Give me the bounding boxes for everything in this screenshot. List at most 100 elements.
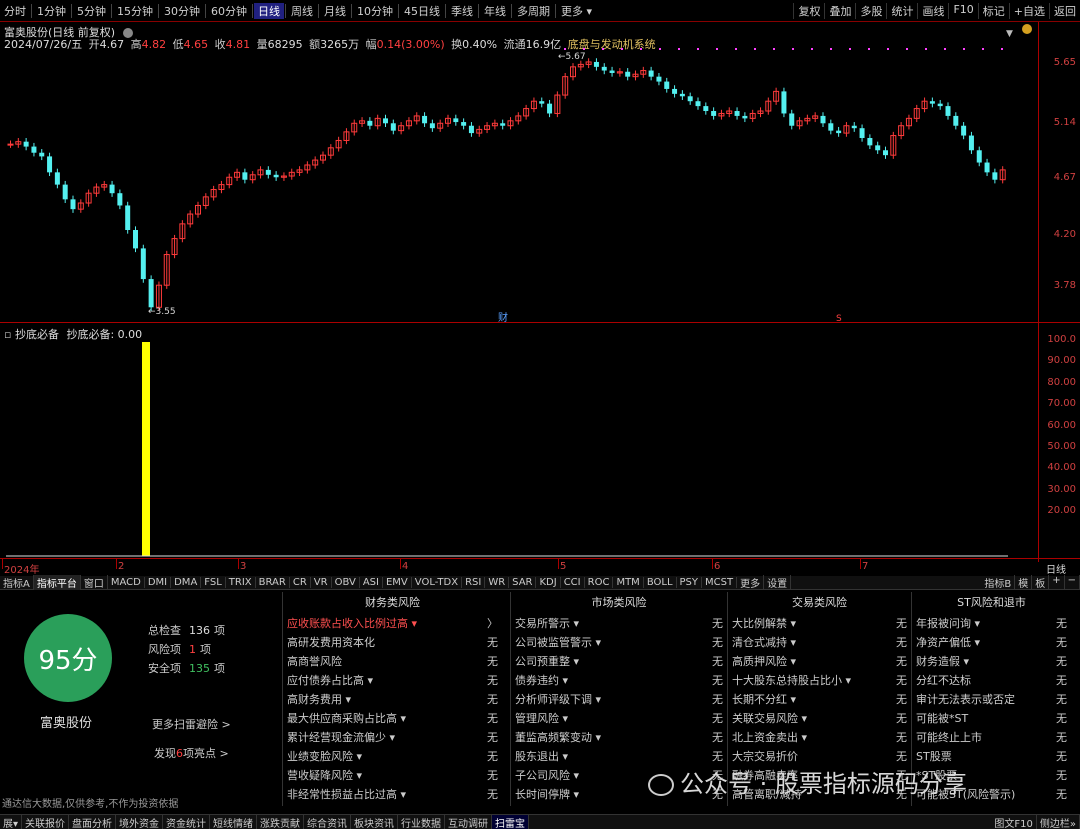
bottom-tab-2[interactable]: 盘面分析 (69, 814, 117, 829)
bottom-tab-3[interactable]: 境外资金 (116, 814, 164, 829)
risk-item[interactable]: 业绩变脸风险 ▾ 无 (283, 747, 502, 766)
bottom-tab-4[interactable]: 资金统计 (163, 814, 211, 829)
highlights-link[interactable]: 发现6项亮点 > (154, 745, 229, 761)
indicator-tab-right-3[interactable]: + (1049, 575, 1065, 590)
indicator-tab-20[interactable]: ROC (585, 577, 614, 588)
period-tab-12[interactable]: 年线 (480, 3, 510, 19)
indicator-tab-right-2[interactable]: 板 (1032, 575, 1050, 590)
risk-item[interactable]: 累计经营现金流偏少 ▾ 无 (283, 728, 502, 747)
risk-item[interactable]: 应收账款占收入比例过高 ▾ 〉 (283, 614, 502, 633)
bottom-tab-11[interactable]: 扫雷宝 (492, 814, 530, 829)
risk-item[interactable]: 大比例解禁 ▾ 无 (728, 614, 911, 633)
risk-item[interactable]: 高研发费用资本化无 (283, 633, 502, 652)
indicator-tab-17[interactable]: SAR (509, 577, 537, 588)
indicator-chart[interactable] (4, 340, 1038, 558)
risk-item[interactable]: 可能终止上市无 (912, 728, 1071, 747)
risk-item[interactable]: 分析师评级下调 ▾ 无 (511, 690, 727, 709)
indicator-tab-14[interactable]: VOL-TDX (412, 577, 463, 588)
toolbar-button-0[interactable]: 复权 (793, 2, 824, 19)
toolbar-button-2[interactable]: 多股 (855, 2, 886, 19)
risk-item[interactable]: 债券违约 ▾ 无 (511, 671, 727, 690)
bottom-tab-6[interactable]: 涨跌贡献 (257, 814, 305, 829)
period-tab-10[interactable]: 45日线 (400, 3, 444, 19)
risk-item[interactable]: 管理风险 ▾ 无 (511, 709, 727, 728)
period-tab-8[interactable]: 月线 (320, 3, 350, 19)
toolbar-button-3[interactable]: 统计 (886, 2, 917, 19)
toolbar-button-4[interactable]: 画线 (917, 2, 948, 19)
indicator-tab-16[interactable]: WR (485, 577, 510, 588)
risk-item[interactable]: 高商誉风险无 (283, 652, 502, 671)
indicator-tab-right-1[interactable]: 模 (1015, 575, 1033, 590)
indicator-tab-9[interactable]: CR (290, 577, 311, 588)
period-tab-6[interactable]: 日线 (254, 2, 284, 19)
risk-item[interactable]: 非经常性损益占比过高 ▾ 无 (283, 785, 502, 804)
indicator-tab-13[interactable]: EMV (383, 577, 412, 588)
indicator-tab-21[interactable]: MTM (613, 577, 644, 588)
bottom-tab-9[interactable]: 行业数据 (398, 814, 446, 829)
indicator-tab-12[interactable]: ASI (360, 577, 383, 588)
period-tab-3[interactable]: 15分钟 (113, 3, 157, 19)
bottom-right-0[interactable]: 图文F10 (991, 814, 1037, 829)
period-tab-4[interactable]: 30分钟 (160, 3, 204, 19)
risk-item[interactable]: 年报被问询 ▾ 无 (912, 614, 1071, 633)
risk-item[interactable]: 审计无法表示或否定无 (912, 690, 1071, 709)
indicator-tab-15[interactable]: RSI (462, 577, 486, 588)
risk-item[interactable]: 可能被*ST 无 (912, 709, 1071, 728)
period-tab-11[interactable]: 季线 (447, 3, 477, 19)
risk-item[interactable]: 净资产偏低 ▾ 无 (912, 633, 1071, 652)
period-tab-1[interactable]: 1分钟 (33, 3, 70, 19)
period-tab-14[interactable]: 更多 ▾ (557, 3, 596, 19)
finance-marker[interactable]: 财 (498, 311, 508, 322)
period-label[interactable]: 日线 (1046, 561, 1066, 576)
bottom-tab-1[interactable]: 关联报价 (22, 814, 70, 829)
toolbar-button-7[interactable]: +自选 (1008, 2, 1049, 19)
toolbar-button-8[interactable]: 返回 (1049, 2, 1080, 19)
indicator-tab-11[interactable]: OBV (332, 577, 360, 588)
candlestick-chart[interactable]: ←5.67 ←3.55 财 S (4, 46, 1038, 322)
risk-item[interactable]: 长期不分红 ▾ 无 (728, 690, 911, 709)
period-tab-5[interactable]: 60分钟 (207, 3, 251, 19)
risk-item[interactable]: 分红不达标无 (912, 671, 1071, 690)
risk-item[interactable]: 高质押风险 ▾ 无 (728, 652, 911, 671)
bottom-tab-0[interactable]: 展▾ (0, 814, 23, 829)
risk-item[interactable]: 公司预重整 ▾ 无 (511, 652, 727, 671)
indicator-tab-0[interactable]: 指标A (0, 575, 34, 590)
risk-item[interactable]: 清仓式减持 ▾ 无 (728, 633, 911, 652)
indicator-tab-18[interactable]: KDJ (536, 577, 561, 588)
risk-item[interactable]: 董监高频繁变动 ▾ 无 (511, 728, 727, 747)
indicator-tab-26[interactable]: 设置 (764, 575, 792, 590)
indicator-tab-right-0[interactable]: 指标B (981, 575, 1016, 590)
period-tab-7[interactable]: 周线 (287, 3, 317, 19)
period-tab-9[interactable]: 10分钟 (353, 3, 397, 19)
risk-item[interactable]: 高财务费用 ▾ 无 (283, 690, 502, 709)
bottom-tab-7[interactable]: 综合资讯 (304, 814, 352, 829)
risk-item[interactable]: 十大股东总持股占比小 ▾ 无 (728, 671, 911, 690)
indicator-tab-19[interactable]: CCI (561, 577, 585, 588)
indicator-tab-22[interactable]: BOLL (644, 577, 677, 588)
indicator-tab-4[interactable]: DMI (145, 577, 172, 588)
indicator-tab-10[interactable]: VR (311, 577, 332, 588)
risk-item[interactable]: 营收疑降风险 ▾ 无 (283, 766, 502, 785)
risk-item[interactable]: 北上资金卖出 ▾ 无 (728, 728, 911, 747)
bottom-right-1[interactable]: 侧边栏» (1037, 814, 1080, 829)
indicator-tab-7[interactable]: TRIX (226, 577, 256, 588)
indicator-tab-23[interactable]: PSY (677, 577, 703, 588)
bottom-tab-5[interactable]: 短线情绪 (210, 814, 258, 829)
toolbar-button-1[interactable]: 叠加 (824, 2, 855, 19)
indicator-tab-right-4[interactable]: − (1065, 575, 1080, 590)
indicator-tab-5[interactable]: DMA (171, 577, 202, 588)
period-tab-13[interactable]: 多周期 (513, 3, 554, 19)
indicator-tab-24[interactable]: MCST (702, 577, 738, 588)
bottom-tab-8[interactable]: 板块资讯 (351, 814, 399, 829)
more-scan-link[interactable]: 更多扫雷避险 > (152, 716, 231, 732)
risk-item[interactable]: 最大供应商采购占比高 ▾ 无 (283, 709, 502, 728)
toolbar-button-5[interactable]: F10 (948, 2, 977, 19)
risk-item[interactable]: 公司被监管警示 ▾ 无 (511, 633, 727, 652)
risk-item[interactable]: 关联交易风险 ▾ 无 (728, 709, 911, 728)
event-marker[interactable]: S (836, 314, 842, 322)
toolbar-button-6[interactable]: 标记 (977, 2, 1009, 19)
risk-item[interactable]: 交易所警示 ▾ 无 (511, 614, 727, 633)
indicator-tab-2[interactable]: 窗口 (81, 575, 108, 590)
period-tab-0[interactable]: 分时 (0, 3, 30, 19)
period-tab-2[interactable]: 5分钟 (73, 3, 110, 19)
